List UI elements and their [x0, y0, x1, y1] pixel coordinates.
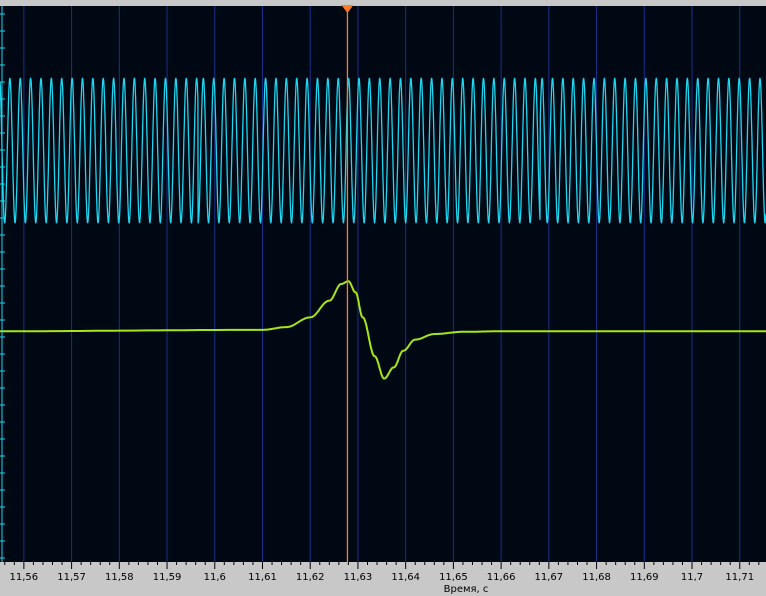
x-tick-label: 11,68 [582, 572, 611, 583]
x-tick-label: 11,56 [10, 572, 39, 583]
x-tick-label: 11,66 [487, 572, 516, 583]
x-tick-label: 11,58 [105, 572, 134, 583]
x-tick-label: 11,62 [296, 572, 325, 583]
x-tick-label: 11,64 [391, 572, 420, 583]
x-tick-label: 11,6 [204, 572, 226, 583]
x-tick-label: 11,59 [153, 572, 182, 583]
oscilloscope-chart: 11,56 11,57 11,58 11,59 11,6 11,61 11,62 11,63 1… [0, 0, 766, 596]
x-tick-label: 11,61 [248, 572, 277, 583]
x-tick-label: 11,63 [344, 572, 373, 583]
x-tick-label: 11,71 [725, 572, 754, 583]
x-axis-label: Время, с [444, 584, 489, 595]
x-tick-label: 11,57 [57, 572, 86, 583]
x-tick-label: 11,65 [439, 572, 468, 583]
x-tick-label: 11,7 [681, 572, 703, 583]
x-tick-label: 11,67 [535, 572, 564, 583]
x-tick-label: 11,69 [630, 572, 659, 583]
